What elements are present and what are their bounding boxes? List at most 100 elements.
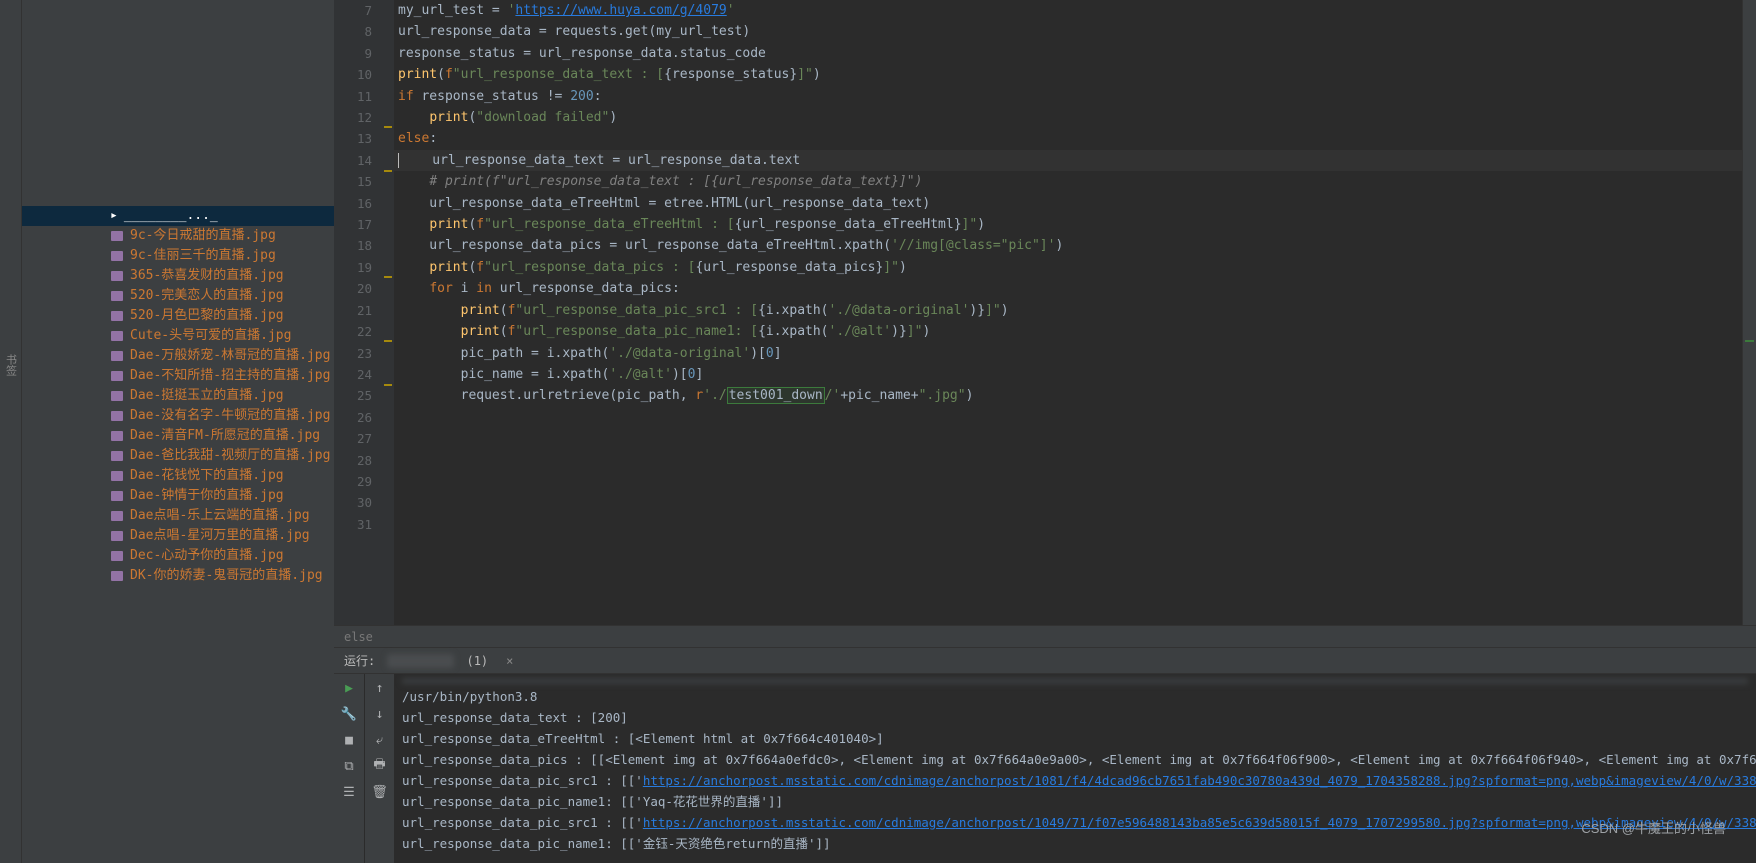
image-file-icon <box>110 329 124 343</box>
image-file-icon <box>110 389 124 403</box>
image-file-icon <box>110 269 124 283</box>
code-line[interactable]: url_response_data_eTreeHtml = etree.HTML… <box>394 193 1742 214</box>
console-output[interactable]: /usr/bin/python3.8url_response_data_text… <box>394 674 1756 863</box>
console-line: url_response_data_text : [200] <box>402 707 1748 728</box>
run-icon[interactable]: ▶ <box>341 680 357 696</box>
fold-strip <box>382 0 394 625</box>
soft-wrap-icon[interactable]: ⤶ <box>372 732 388 748</box>
search-result-mark <box>1745 340 1754 342</box>
file-name: 365-恭喜发财的直播.jpg <box>130 266 284 286</box>
close-tab-icon[interactable]: × <box>506 654 513 668</box>
run-console: ▶ 🔧 ■ ⧉ ☰ ↑ ↓ ⤶ 🖶 🗑 /usr/bin/python3.8ur… <box>334 673 1756 863</box>
code-line[interactable]: # print(f"url_response_data_text : [{url… <box>394 171 1742 192</box>
code-line[interactable]: my_url_test = 'https://www.huya.com/g/40… <box>394 0 1742 21</box>
image-file-icon <box>110 409 124 423</box>
run-config-name[interactable] <box>387 654 454 668</box>
file-name: Dae-钟情于你的直播.jpg <box>130 486 284 506</box>
console-line: url_response_data_pics : [[<Element img … <box>402 749 1748 770</box>
file-name: 9c-今日戒甜的直播.jpg <box>130 226 276 246</box>
file-name: 520-月色巴黎的直播.jpg <box>130 306 284 326</box>
tree-blur-top <box>22 6 334 46</box>
console-line: url_response_data_pic_src1 : [['https://… <box>402 770 1748 791</box>
fold-marker[interactable] <box>384 384 392 386</box>
tree-file-item[interactable]: Dae-爸比我甜-视频厅的直播.jpg <box>22 446 334 466</box>
image-file-icon <box>110 429 124 443</box>
code-line[interactable]: print(f"url_response_data_eTreeHtml : [{… <box>394 214 1742 235</box>
tree-file-item[interactable]: Dae点唱-乐上云端的直播.jpg <box>22 506 334 526</box>
tree-file-item[interactable]: 9c-今日戒甜的直播.jpg <box>22 226 334 246</box>
breadcrumb-item[interactable]: else <box>344 630 373 644</box>
code-area[interactable]: my_url_test = 'https://www.huya.com/g/40… <box>394 0 1742 625</box>
tree-file-item[interactable]: Dae-不知所措-招主持的直播.jpg <box>22 366 334 386</box>
file-name: Dae点唱-星河万里的直播.jpg <box>130 526 310 546</box>
file-name: Dae-不知所措-招主持的直播.jpg <box>130 366 330 386</box>
code-line[interactable]: print(f"url_response_data_pics : [{url_r… <box>394 257 1742 278</box>
tree-file-item[interactable]: 520-完美恋人的直播.jpg <box>22 286 334 306</box>
tree-file-item[interactable]: 520-月色巴黎的直播.jpg <box>22 306 334 326</box>
tree-file-item[interactable]: Dae-万般娇宠-林哥冠的直播.jpg <box>22 346 334 366</box>
code-line[interactable]: print(f"url_response_data_pic_src1 : [{i… <box>394 300 1742 321</box>
code-line[interactable]: request.urlretrieve(pic_path, r'./test00… <box>394 385 1742 406</box>
code-line[interactable]: pic_path = i.xpath('./@data-original')[0… <box>394 343 1742 364</box>
tree-file-item[interactable]: Dae-钟情于你的直播.jpg <box>22 486 334 506</box>
tree-file-item[interactable]: Dec-心动予你的直播.jpg <box>22 546 334 566</box>
console-line: /usr/bin/python3.8 <box>402 686 1748 707</box>
code-line[interactable]: else: <box>394 128 1742 149</box>
tree-file-item[interactable]: Dae-花钱悦下的直播.jpg <box>22 466 334 486</box>
image-file-icon <box>110 229 124 243</box>
editor[interactable]: 7891011121314151617181920212223242526272… <box>334 0 1756 625</box>
tree-file-item[interactable]: Dae-清音FM-所愿冠的直播.jpg <box>22 426 334 446</box>
code-line[interactable]: url_response_data_pics = url_response_da… <box>394 235 1742 256</box>
tree-file-item[interactable]: Dae-没有名字-牛顿冠的直播.jpg <box>22 406 334 426</box>
console-tool-column-2: ↑ ↓ ⤶ 🖶 🗑 <box>364 674 394 863</box>
stop-icon[interactable]: ■ <box>341 732 357 748</box>
app-root: 书签 ▸ ________..._ 9c-今日戒甜的直播.jpg9c-佳丽三千的… <box>0 0 1756 863</box>
tree-file-item[interactable]: 9c-佳丽三千的直播.jpg <box>22 246 334 266</box>
print-icon[interactable]: 🖶 <box>372 758 388 774</box>
code-line[interactable]: response_status = url_response_data.stat… <box>394 43 1742 64</box>
code-line[interactable]: print(f"url_response_data_text : [{respo… <box>394 64 1742 85</box>
code-line[interactable]: pic_name = i.xpath('./@alt')[0] <box>394 364 1742 385</box>
image-file-icon <box>110 289 124 303</box>
console-link[interactable]: https://anchorpost.msstatic.com/cdnimage… <box>643 815 1756 830</box>
code-line[interactable]: for i in url_response_data_pics: <box>394 278 1742 299</box>
console-link[interactable]: https://anchorpost.msstatic.com/cdnimage… <box>643 773 1756 788</box>
tree-file-item[interactable]: Cute-头号可爱的直播.jpg <box>22 326 334 346</box>
filter-icon[interactable]: ☰ <box>341 784 357 800</box>
file-name: Dae-万般娇宠-林哥冠的直播.jpg <box>130 346 330 366</box>
image-file-icon <box>110 489 124 503</box>
file-name: Cute-头号可爱的直播.jpg <box>130 326 291 346</box>
tree-file-item[interactable]: DK-你的娇妻-鬼哥冠的直播.jpg <box>22 566 334 586</box>
image-file-icon <box>110 569 124 583</box>
tree-file-item[interactable]: Dae点唱-星河万里的直播.jpg <box>22 526 334 546</box>
code-line[interactable]: url_response_data = requests.get(my_url_… <box>394 21 1742 42</box>
layout-icon[interactable]: ⧉ <box>341 758 357 774</box>
down-icon[interactable]: ↓ <box>372 706 388 722</box>
file-name: Dae-挺挺玉立的直播.jpg <box>130 386 284 406</box>
tree-file-item[interactable]: 365-恭喜发财的直播.jpg <box>22 266 334 286</box>
code-line[interactable]: print("download failed") <box>394 107 1742 128</box>
code-line[interactable]: if response_status != 200: <box>394 86 1742 107</box>
error-stripe[interactable] <box>1742 0 1756 625</box>
tree-file-item[interactable]: Dae-挺挺玉立的直播.jpg <box>22 386 334 406</box>
run-label: 运行: <box>344 652 375 669</box>
console-line: url_response_data_pic_name1: [['金钰-天资绝色r… <box>402 833 1748 854</box>
trash-icon[interactable]: 🗑 <box>372 784 388 800</box>
tree-selected-folder[interactable]: ▸ ________..._ <box>22 206 334 226</box>
file-name: 9c-佳丽三千的直播.jpg <box>130 246 276 266</box>
file-name: Dec-心动予你的直播.jpg <box>130 546 284 566</box>
image-file-icon <box>110 349 124 363</box>
wrench-icon[interactable]: 🔧 <box>341 706 357 722</box>
image-file-icon <box>110 449 124 463</box>
fold-marker[interactable] <box>384 276 392 278</box>
file-tree[interactable]: ▸ ________..._ 9c-今日戒甜的直播.jpg9c-佳丽三千的直播.… <box>22 0 334 863</box>
console-line: url_response_data_pic_name1: [['Yaq-花花世界… <box>402 791 1748 812</box>
fold-marker[interactable] <box>384 126 392 128</box>
fold-marker[interactable] <box>384 170 392 172</box>
fold-marker[interactable] <box>384 340 392 342</box>
bookmarks-tool[interactable]: 书签 <box>3 354 19 376</box>
up-icon[interactable]: ↑ <box>372 680 388 696</box>
image-file-icon <box>110 549 124 563</box>
code-line[interactable]: print(f"url_response_data_pic_name1: [{i… <box>394 321 1742 342</box>
code-line[interactable]: url_response_data_text = url_response_da… <box>394 150 1742 171</box>
